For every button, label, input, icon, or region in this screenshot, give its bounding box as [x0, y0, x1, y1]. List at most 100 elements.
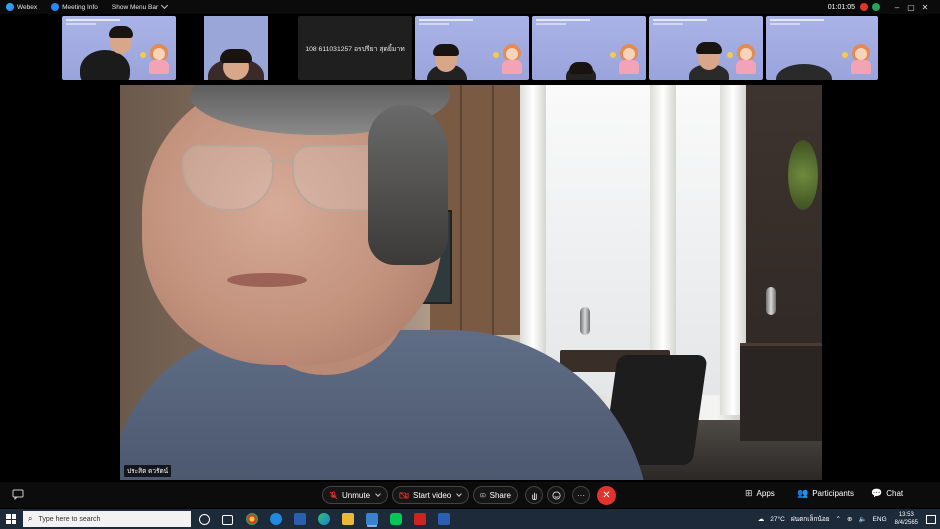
- search-placeholder: Type here to search: [38, 515, 101, 523]
- recording-icon: [860, 3, 868, 11]
- line-app-icon[interactable]: [390, 513, 402, 525]
- chrome-icon[interactable]: [246, 513, 258, 525]
- close-button[interactable]: ✕: [918, 3, 932, 12]
- volume-icon[interactable]: 🔈: [858, 515, 866, 523]
- unmute-button[interactable]: Unmute: [322, 486, 388, 504]
- slide-cartoon-image: [848, 44, 874, 74]
- maximize-button[interactable]: ▢: [904, 3, 918, 12]
- search-icon: ⌕: [28, 514, 33, 523]
- start-video-button[interactable]: Start video: [392, 486, 469, 504]
- glasses-lens-left: [182, 145, 274, 211]
- chevron-up-icon[interactable]: ⌃: [836, 515, 841, 523]
- chat-button[interactable]: 💬 Chat: [871, 488, 903, 499]
- meeting-info-label: Meeting Info: [62, 3, 98, 11]
- slide-cartoon-image: [733, 44, 759, 74]
- person-hair: [696, 42, 722, 54]
- speaker-hair-side: [368, 105, 448, 265]
- cortana-icon[interactable]: [199, 514, 210, 525]
- speaker-mouth: [227, 273, 307, 287]
- chat-label: Chat: [886, 489, 904, 498]
- chat-icon: 💬: [871, 488, 883, 498]
- participants-label: Participants: [812, 489, 855, 498]
- participant-thumbnail[interactable]: [649, 16, 763, 80]
- edge-legacy-icon[interactable]: [270, 513, 282, 525]
- participant-thumbnail[interactable]: [532, 16, 646, 80]
- meeting-controls: Unmute Start video Share ··· ✕ ⊞ Apps 👥 …: [0, 482, 940, 508]
- webex-taskbar-icon[interactable]: [294, 513, 306, 525]
- security-icon[interactable]: [872, 3, 880, 11]
- weather-temp[interactable]: 27°C: [770, 516, 785, 523]
- close-icon: ✕: [602, 490, 611, 501]
- apps-icon: ⊞: [745, 488, 753, 498]
- apps-button[interactable]: ⊞ Apps: [745, 488, 775, 499]
- participant-thumbnail[interactable]: [766, 16, 878, 80]
- show-menu-bar-label: Show Menu Bar: [111, 3, 159, 11]
- clock-date: 8/4/2565: [894, 520, 918, 526]
- reactions-button[interactable]: [547, 486, 565, 504]
- start-video-label: Start video: [413, 490, 452, 500]
- participant-name-tile[interactable]: 108 611031257 อรปรียา สุดยิ้มาท: [298, 16, 412, 80]
- language-indicator[interactable]: ENG: [873, 516, 887, 523]
- share-button[interactable]: Share: [473, 486, 518, 504]
- notifications-icon[interactable]: [926, 514, 936, 524]
- smiley-icon: [551, 490, 561, 500]
- person-figure: [80, 50, 130, 80]
- participants-icon: 👥: [797, 488, 809, 498]
- show-menu-bar-button[interactable]: Show Menu Bar: [111, 1, 169, 11]
- share-label: Share: [489, 490, 511, 500]
- lamp: [766, 287, 776, 315]
- taskbar-clock[interactable]: 13:53 8/4/2565: [895, 511, 918, 527]
- person-hair: [569, 62, 593, 74]
- app-name: Webex: [17, 3, 38, 11]
- system-tray: ☁ 27°C ฝนตกเล็กน้อย ⌃ ⊕ 🔈 ENG 13:53 8/4/…: [752, 509, 936, 529]
- person-hair: [109, 26, 133, 38]
- leave-meeting-button[interactable]: ✕: [597, 486, 616, 505]
- edge-icon[interactable]: [318, 513, 330, 525]
- participant-thumbnail[interactable]: [415, 16, 529, 80]
- more-options-button[interactable]: ···: [572, 486, 590, 504]
- speaker-name-label: ประสิต ดวรัตน์: [124, 465, 172, 477]
- participant-name-label: 108 611031257 อรปรียา สุดยิ้มาท: [305, 45, 405, 53]
- more-options-icon: ···: [577, 490, 585, 500]
- clock-time: 13:53: [898, 512, 914, 518]
- info-icon: [51, 3, 60, 11]
- webex-logo-icon: [6, 3, 14, 11]
- glasses-bridge: [268, 159, 294, 167]
- person-figure: [776, 64, 832, 80]
- word-icon[interactable]: [438, 513, 450, 525]
- meeting-info-button[interactable]: Meeting Info: [51, 3, 98, 11]
- participants-button[interactable]: 👥 Participants: [797, 488, 854, 499]
- file-explorer-icon[interactable]: [342, 513, 354, 525]
- windows-taskbar: ⌕ Type here to search ☁ 27°C ฝนตกเล็กน้อ…: [0, 509, 940, 529]
- person-hair: [220, 49, 252, 63]
- webex-meetings-icon[interactable]: [366, 513, 378, 525]
- task-view-icon[interactable]: [222, 515, 233, 525]
- start-button[interactable]: [6, 514, 16, 524]
- minimize-button[interactable]: –: [890, 3, 904, 12]
- hand-icon: [531, 492, 537, 500]
- muted-microphone-icon: [329, 490, 338, 499]
- participant-thumbnail[interactable]: [180, 16, 294, 80]
- acrobat-icon[interactable]: [414, 513, 426, 525]
- slide-cartoon-image: [616, 44, 642, 74]
- raise-hand-button[interactable]: [525, 486, 543, 504]
- chevron-down-icon[interactable]: [375, 491, 381, 497]
- unmute-label: Unmute: [342, 490, 371, 500]
- weather-status[interactable]: ฝนตกเล็กน้อย: [791, 514, 830, 524]
- windows-logo-icon: [6, 514, 11, 519]
- chevron-down-icon[interactable]: [456, 491, 463, 497]
- network-icon[interactable]: ⊕: [847, 515, 852, 523]
- slide-cartoon-image: [146, 44, 172, 74]
- title-bar: Webex Meeting Info Show Menu Bar 01:01:0…: [0, 0, 940, 14]
- app-title: Webex: [6, 3, 37, 11]
- active-speaker-video[interactable]: [120, 85, 822, 480]
- taskbar-search[interactable]: ⌕ Type here to search: [23, 511, 191, 527]
- captions-icon[interactable]: [12, 488, 24, 500]
- share-screen-icon: [480, 492, 486, 497]
- participant-thumbnail[interactable]: [62, 16, 176, 80]
- person-hair: [433, 44, 459, 56]
- lamp: [580, 307, 590, 335]
- video-off-icon: [399, 491, 409, 499]
- cabinet: [740, 343, 822, 441]
- apps-label: Apps: [756, 489, 775, 498]
